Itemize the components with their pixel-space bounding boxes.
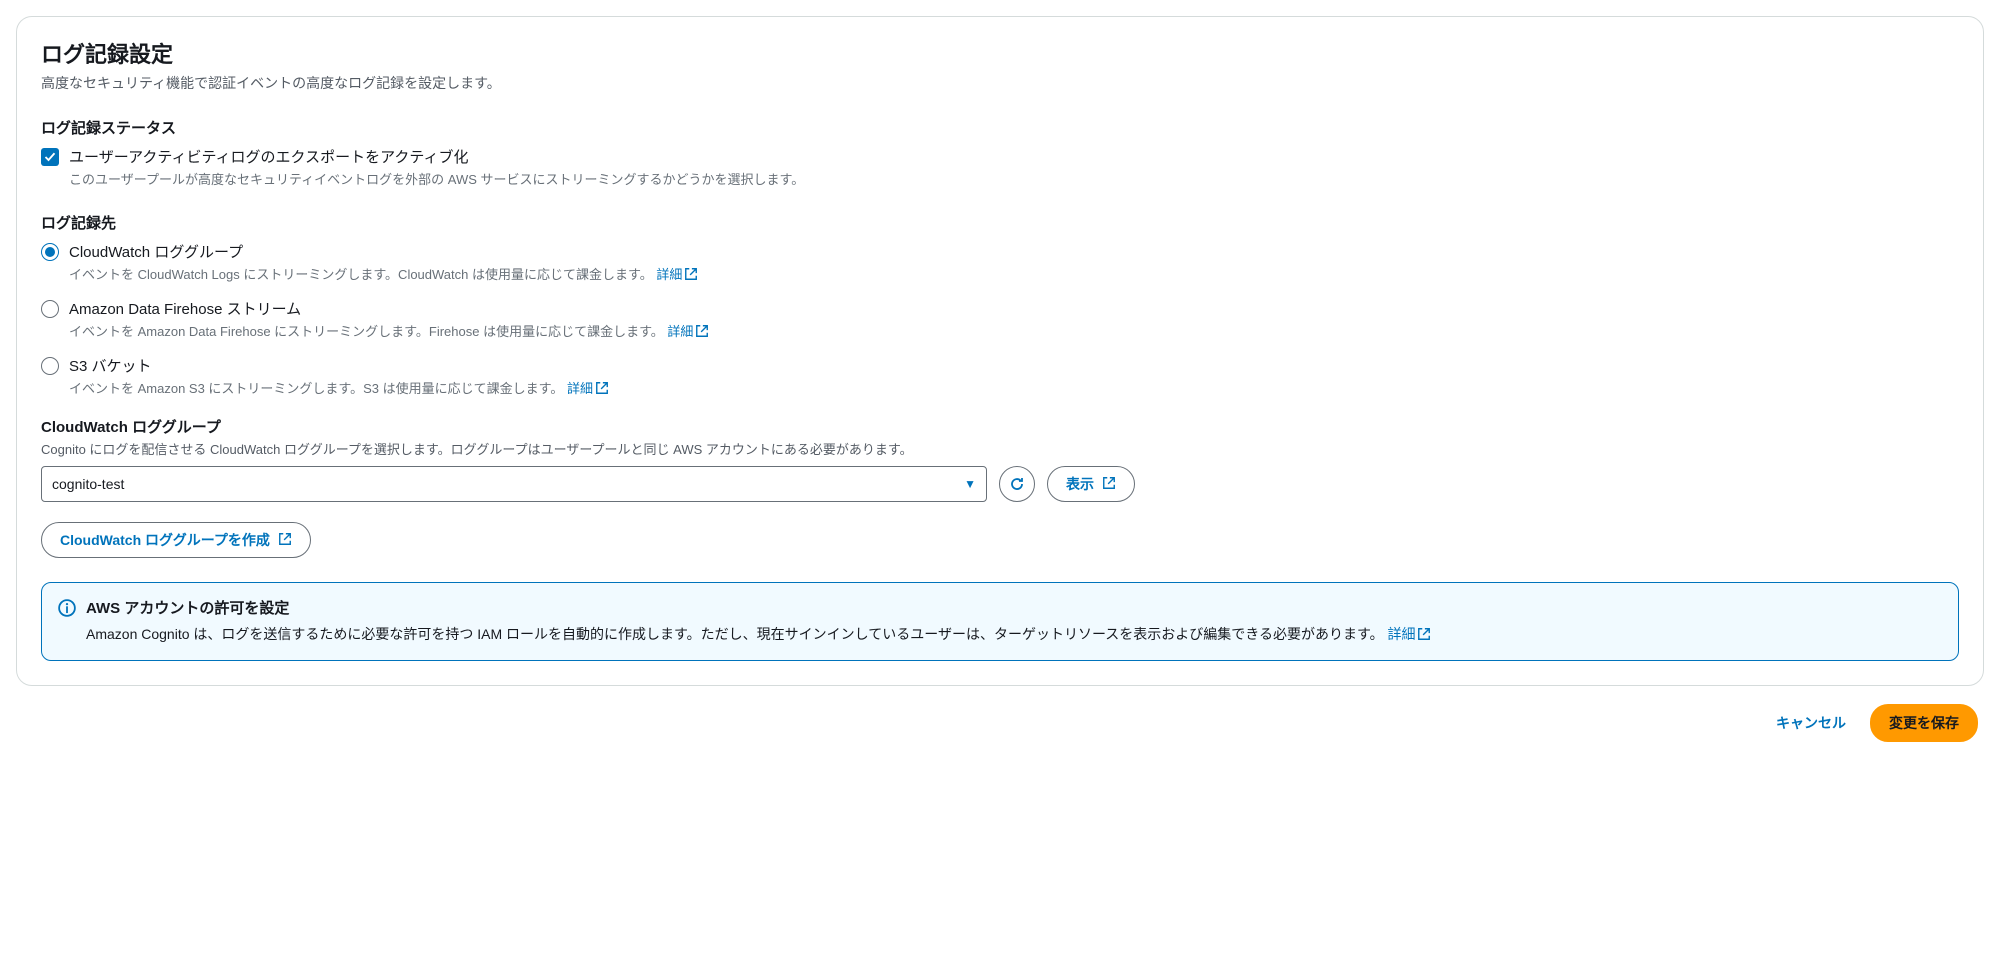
view-loggroup-button[interactable]: 表示 <box>1047 466 1135 502</box>
panel-description: 高度なセキュリティ機能で認証イベントの高度なログ記録を設定します。 <box>41 73 1959 93</box>
external-link-icon <box>1417 627 1431 644</box>
dest-label-cloudwatch: CloudWatch ロググループ <box>69 241 698 262</box>
log-settings-panel: ログ記録設定 高度なセキュリティ機能で認証イベントの高度なログ記録を設定します。… <box>16 16 1984 686</box>
create-loggroup-button[interactable]: CloudWatch ロググループを作成 <box>41 522 311 558</box>
panel-title: ログ記録設定 <box>41 37 1959 69</box>
dest-label-s3: S3 バケット <box>69 355 609 376</box>
external-link-icon <box>684 267 698 284</box>
loggroup-select-row: cognito-test ▼ 表示 <box>41 466 1959 502</box>
footer-actions: キャンセル 変更を保存 <box>16 704 1984 742</box>
caret-down-icon: ▼ <box>964 477 976 491</box>
activate-export-checkbox-row: ユーザーアクティビティログのエクスポートをアクティブ化 このユーザープールが高度… <box>41 146 1959 188</box>
external-link-icon <box>278 532 292 549</box>
loggroup-select[interactable]: cognito-test ▼ <box>41 466 987 502</box>
refresh-button[interactable] <box>999 466 1035 502</box>
dest-desc-cloudwatch: イベントを CloudWatch Logs にストリーミングします。CloudW… <box>69 264 698 284</box>
refresh-icon <box>1009 476 1025 492</box>
permissions-info-box: AWS アカウントの許可を設定 Amazon Cognito は、ログを送信する… <box>41 582 1959 661</box>
dest-radio-s3[interactable] <box>41 357 59 375</box>
dest-radio-firehose[interactable] <box>41 300 59 318</box>
info-link[interactable]: 詳細 <box>1387 626 1431 642</box>
activate-export-checkbox[interactable] <box>41 148 59 166</box>
info-title: AWS アカウントの許可を設定 <box>86 597 1431 618</box>
activate-export-label: ユーザーアクティビティログのエクスポートをアクティブ化 <box>69 146 804 167</box>
dest-option-s3: S3 バケット イベントを Amazon S3 にストリーミングします。S3 は… <box>41 355 1959 398</box>
status-heading: ログ記録ステータス <box>41 117 1959 138</box>
activate-export-desc: このユーザープールが高度なセキュリティイベントログを外部の AWS サービスにス… <box>69 169 804 188</box>
check-icon <box>44 151 56 163</box>
save-button[interactable]: 変更を保存 <box>1870 704 1978 742</box>
dest-desc-s3: イベントを Amazon S3 にストリーミングします。S3 は使用量に応じて課… <box>69 378 609 398</box>
loggroup-selected-value: cognito-test <box>52 476 124 492</box>
external-link-icon <box>1102 476 1116 493</box>
loggroup-label: CloudWatch ロググループ <box>41 416 1959 437</box>
dest-link-firehose[interactable]: 詳細 <box>667 324 709 339</box>
external-link-icon <box>595 381 609 398</box>
destination-heading: ログ記録先 <box>41 212 1959 233</box>
loggroup-desc: Cognito にログを配信させる CloudWatch ロググループを選択しま… <box>41 439 1959 458</box>
dest-option-cloudwatch: CloudWatch ロググループ イベントを CloudWatch Logs … <box>41 241 1959 284</box>
cancel-button[interactable]: キャンセル <box>1766 704 1856 742</box>
dest-desc-firehose: イベントを Amazon Data Firehose にストリーミングします。F… <box>69 321 709 341</box>
info-icon <box>58 599 76 617</box>
dest-link-cloudwatch[interactable]: 詳細 <box>656 267 698 282</box>
dest-radio-cloudwatch[interactable] <box>41 243 59 261</box>
external-link-icon <box>695 324 709 341</box>
dest-option-firehose: Amazon Data Firehose ストリーム イベントを Amazon … <box>41 298 1959 341</box>
dest-link-s3[interactable]: 詳細 <box>567 381 609 396</box>
dest-label-firehose: Amazon Data Firehose ストリーム <box>69 298 709 319</box>
info-text: Amazon Cognito は、ログを送信するために必要な許可を持つ IAM … <box>86 624 1431 644</box>
